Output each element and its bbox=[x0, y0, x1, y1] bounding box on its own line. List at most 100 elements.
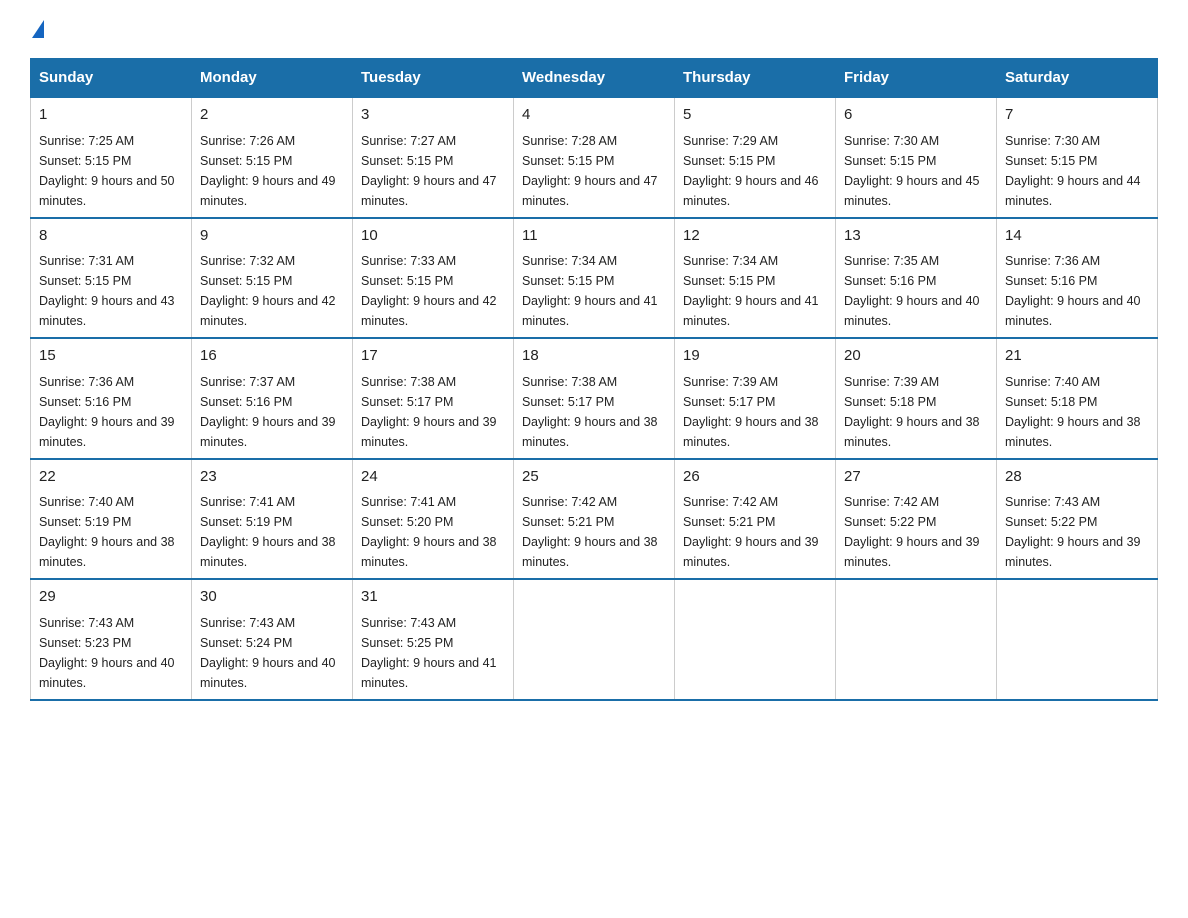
calendar-cell: 13 Sunrise: 7:35 AM Sunset: 5:16 PM Dayl… bbox=[836, 218, 997, 339]
week-row-4: 22 Sunrise: 7:40 AM Sunset: 5:19 PM Dayl… bbox=[31, 459, 1158, 580]
day-number: 30 bbox=[200, 586, 344, 609]
calendar-cell: 25 Sunrise: 7:42 AM Sunset: 5:21 PM Dayl… bbox=[514, 459, 675, 580]
day-info: Sunrise: 7:28 AM Sunset: 5:15 PM Dayligh… bbox=[522, 131, 666, 211]
week-row-1: 1 Sunrise: 7:25 AM Sunset: 5:15 PM Dayli… bbox=[31, 97, 1158, 218]
calendar-cell: 31 Sunrise: 7:43 AM Sunset: 5:25 PM Dayl… bbox=[353, 579, 514, 700]
day-info: Sunrise: 7:25 AM Sunset: 5:15 PM Dayligh… bbox=[39, 131, 183, 211]
day-number: 21 bbox=[1005, 345, 1149, 368]
logo bbox=[30, 20, 44, 40]
day-number: 5 bbox=[683, 104, 827, 127]
day-info: Sunrise: 7:30 AM Sunset: 5:15 PM Dayligh… bbox=[844, 131, 988, 211]
day-number: 7 bbox=[1005, 104, 1149, 127]
header-friday: Friday bbox=[836, 59, 997, 98]
day-number: 1 bbox=[39, 104, 183, 127]
day-info: Sunrise: 7:36 AM Sunset: 5:16 PM Dayligh… bbox=[1005, 251, 1149, 331]
day-number: 6 bbox=[844, 104, 988, 127]
day-number: 24 bbox=[361, 466, 505, 489]
day-number: 27 bbox=[844, 466, 988, 489]
day-number: 10 bbox=[361, 225, 505, 248]
day-number: 3 bbox=[361, 104, 505, 127]
calendar-cell: 18 Sunrise: 7:38 AM Sunset: 5:17 PM Dayl… bbox=[514, 338, 675, 459]
day-info: Sunrise: 7:37 AM Sunset: 5:16 PM Dayligh… bbox=[200, 372, 344, 452]
day-info: Sunrise: 7:43 AM Sunset: 5:24 PM Dayligh… bbox=[200, 613, 344, 693]
day-info: Sunrise: 7:43 AM Sunset: 5:22 PM Dayligh… bbox=[1005, 492, 1149, 572]
calendar-cell bbox=[675, 579, 836, 700]
week-row-5: 29 Sunrise: 7:43 AM Sunset: 5:23 PM Dayl… bbox=[31, 579, 1158, 700]
day-number: 28 bbox=[1005, 466, 1149, 489]
day-info: Sunrise: 7:40 AM Sunset: 5:18 PM Dayligh… bbox=[1005, 372, 1149, 452]
day-number: 8 bbox=[39, 225, 183, 248]
day-info: Sunrise: 7:39 AM Sunset: 5:17 PM Dayligh… bbox=[683, 372, 827, 452]
day-number: 22 bbox=[39, 466, 183, 489]
calendar-cell bbox=[514, 579, 675, 700]
day-number: 12 bbox=[683, 225, 827, 248]
day-info: Sunrise: 7:34 AM Sunset: 5:15 PM Dayligh… bbox=[683, 251, 827, 331]
day-info: Sunrise: 7:41 AM Sunset: 5:19 PM Dayligh… bbox=[200, 492, 344, 572]
calendar-cell: 27 Sunrise: 7:42 AM Sunset: 5:22 PM Dayl… bbox=[836, 459, 997, 580]
header-saturday: Saturday bbox=[997, 59, 1158, 98]
day-number: 16 bbox=[200, 345, 344, 368]
calendar-cell: 9 Sunrise: 7:32 AM Sunset: 5:15 PM Dayli… bbox=[192, 218, 353, 339]
day-number: 2 bbox=[200, 104, 344, 127]
day-info: Sunrise: 7:30 AM Sunset: 5:15 PM Dayligh… bbox=[1005, 131, 1149, 211]
day-number: 19 bbox=[683, 345, 827, 368]
day-info: Sunrise: 7:27 AM Sunset: 5:15 PM Dayligh… bbox=[361, 131, 505, 211]
header-wednesday: Wednesday bbox=[514, 59, 675, 98]
calendar-cell: 12 Sunrise: 7:34 AM Sunset: 5:15 PM Dayl… bbox=[675, 218, 836, 339]
header-monday: Monday bbox=[192, 59, 353, 98]
day-info: Sunrise: 7:42 AM Sunset: 5:21 PM Dayligh… bbox=[522, 492, 666, 572]
calendar-cell: 26 Sunrise: 7:42 AM Sunset: 5:21 PM Dayl… bbox=[675, 459, 836, 580]
calendar-cell: 19 Sunrise: 7:39 AM Sunset: 5:17 PM Dayl… bbox=[675, 338, 836, 459]
calendar-cell: 7 Sunrise: 7:30 AM Sunset: 5:15 PM Dayli… bbox=[997, 97, 1158, 218]
calendar-cell: 21 Sunrise: 7:40 AM Sunset: 5:18 PM Dayl… bbox=[997, 338, 1158, 459]
day-number: 13 bbox=[844, 225, 988, 248]
calendar-cell: 20 Sunrise: 7:39 AM Sunset: 5:18 PM Dayl… bbox=[836, 338, 997, 459]
day-info: Sunrise: 7:34 AM Sunset: 5:15 PM Dayligh… bbox=[522, 251, 666, 331]
calendar-cell bbox=[997, 579, 1158, 700]
day-number: 20 bbox=[844, 345, 988, 368]
day-number: 15 bbox=[39, 345, 183, 368]
calendar-cell: 11 Sunrise: 7:34 AM Sunset: 5:15 PM Dayl… bbox=[514, 218, 675, 339]
day-number: 11 bbox=[522, 225, 666, 248]
calendar-cell: 10 Sunrise: 7:33 AM Sunset: 5:15 PM Dayl… bbox=[353, 218, 514, 339]
day-info: Sunrise: 7:38 AM Sunset: 5:17 PM Dayligh… bbox=[522, 372, 666, 452]
day-info: Sunrise: 7:38 AM Sunset: 5:17 PM Dayligh… bbox=[361, 372, 505, 452]
day-info: Sunrise: 7:42 AM Sunset: 5:21 PM Dayligh… bbox=[683, 492, 827, 572]
day-info: Sunrise: 7:39 AM Sunset: 5:18 PM Dayligh… bbox=[844, 372, 988, 452]
day-info: Sunrise: 7:40 AM Sunset: 5:19 PM Dayligh… bbox=[39, 492, 183, 572]
day-number: 18 bbox=[522, 345, 666, 368]
header-thursday: Thursday bbox=[675, 59, 836, 98]
logo-triangle-icon bbox=[32, 20, 44, 38]
day-number: 25 bbox=[522, 466, 666, 489]
day-info: Sunrise: 7:31 AM Sunset: 5:15 PM Dayligh… bbox=[39, 251, 183, 331]
day-number: 4 bbox=[522, 104, 666, 127]
day-info: Sunrise: 7:33 AM Sunset: 5:15 PM Dayligh… bbox=[361, 251, 505, 331]
calendar-cell: 6 Sunrise: 7:30 AM Sunset: 5:15 PM Dayli… bbox=[836, 97, 997, 218]
calendar-cell: 1 Sunrise: 7:25 AM Sunset: 5:15 PM Dayli… bbox=[31, 97, 192, 218]
header-sunday: Sunday bbox=[31, 59, 192, 98]
header-row: SundayMondayTuesdayWednesdayThursdayFrid… bbox=[31, 59, 1158, 98]
calendar-cell: 4 Sunrise: 7:28 AM Sunset: 5:15 PM Dayli… bbox=[514, 97, 675, 218]
calendar-cell: 16 Sunrise: 7:37 AM Sunset: 5:16 PM Dayl… bbox=[192, 338, 353, 459]
calendar-cell: 5 Sunrise: 7:29 AM Sunset: 5:15 PM Dayli… bbox=[675, 97, 836, 218]
calendar-cell: 15 Sunrise: 7:36 AM Sunset: 5:16 PM Dayl… bbox=[31, 338, 192, 459]
calendar-cell bbox=[836, 579, 997, 700]
calendar-cell: 17 Sunrise: 7:38 AM Sunset: 5:17 PM Dayl… bbox=[353, 338, 514, 459]
calendar-cell: 29 Sunrise: 7:43 AM Sunset: 5:23 PM Dayl… bbox=[31, 579, 192, 700]
calendar-cell: 28 Sunrise: 7:43 AM Sunset: 5:22 PM Dayl… bbox=[997, 459, 1158, 580]
calendar-cell: 23 Sunrise: 7:41 AM Sunset: 5:19 PM Dayl… bbox=[192, 459, 353, 580]
day-info: Sunrise: 7:41 AM Sunset: 5:20 PM Dayligh… bbox=[361, 492, 505, 572]
day-number: 17 bbox=[361, 345, 505, 368]
week-row-3: 15 Sunrise: 7:36 AM Sunset: 5:16 PM Dayl… bbox=[31, 338, 1158, 459]
day-number: 14 bbox=[1005, 225, 1149, 248]
day-info: Sunrise: 7:26 AM Sunset: 5:15 PM Dayligh… bbox=[200, 131, 344, 211]
calendar-cell: 3 Sunrise: 7:27 AM Sunset: 5:15 PM Dayli… bbox=[353, 97, 514, 218]
day-number: 29 bbox=[39, 586, 183, 609]
calendar-cell: 24 Sunrise: 7:41 AM Sunset: 5:20 PM Dayl… bbox=[353, 459, 514, 580]
day-number: 31 bbox=[361, 586, 505, 609]
day-number: 26 bbox=[683, 466, 827, 489]
day-info: Sunrise: 7:36 AM Sunset: 5:16 PM Dayligh… bbox=[39, 372, 183, 452]
day-info: Sunrise: 7:43 AM Sunset: 5:23 PM Dayligh… bbox=[39, 613, 183, 693]
calendar-cell: 30 Sunrise: 7:43 AM Sunset: 5:24 PM Dayl… bbox=[192, 579, 353, 700]
calendar-cell: 2 Sunrise: 7:26 AM Sunset: 5:15 PM Dayli… bbox=[192, 97, 353, 218]
